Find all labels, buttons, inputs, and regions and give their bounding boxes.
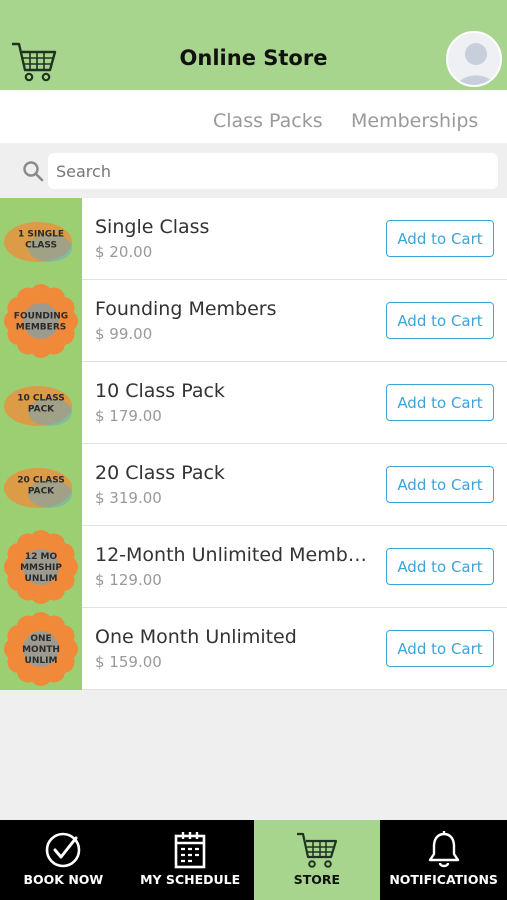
thumbnail-text: PACK [28,405,55,415]
list-item: 12 MO MMSHIP UNLIM 12-Month Unlimited Memb… [0,526,507,608]
product-name: One Month Unlimited [95,626,297,648]
product-thumbnail: 1 SINGLE CLASS [0,198,82,280]
avatar[interactable] [446,31,502,87]
thumbnail-text: UNLIM [25,574,58,584]
page-title: Online Store [179,46,328,70]
product-thumbnail-art: 10 CLASSPACK [0,362,82,444]
product-thumbnail: FOUNDING MEMBERS [0,280,82,362]
tab-label: MY SCHEDULE [140,872,241,887]
product-thumbnail: 10 CLASS PACK [0,362,82,444]
product-thumbnail-art: FOUNDINGMEMBERS [0,280,82,362]
thumbnail-text: MEMBERS [16,323,66,333]
store-tabs: Class Packs Memberships [0,90,507,143]
user-avatar-icon [457,43,495,85]
product-thumbnail-art: 1 SINGLECLASS [0,198,82,280]
product-price: $ 129.00 [95,571,162,589]
product-price: $ 99.00 [95,325,153,343]
product-thumbnail: 20 CLASS PACK [0,444,82,526]
cart-icon [296,832,337,868]
bottom-tab-bar: BOOK NOW MY SCHEDULE STORE NOTIFICATIONS [0,820,507,900]
tab-book-now[interactable]: BOOK NOW [0,820,127,900]
product-thumbnail: 12 MO MMSHIP UNLIM [0,526,82,608]
list-item: 20 CLASS PACK 20 Class Pack $ 319.00 Add … [0,444,507,526]
tab-notifications[interactable]: NOTIFICATIONS [380,820,507,900]
product-thumbnail-art: 20 CLASSPACK [0,444,82,526]
add-to-cart-button[interactable]: Add to Cart [386,630,494,667]
thumbnail-text: 12 MO [25,552,58,562]
list-item: ONE MONTH UNLIM One Month Unlimited $ 159.… [0,608,507,690]
thumbnail-text: UNLIM [25,656,58,666]
add-to-cart-button[interactable]: Add to Cart [386,220,494,257]
product-name: Founding Members [95,298,277,320]
product-price: $ 159.00 [95,653,162,671]
add-to-cart-button[interactable]: Add to Cart [386,466,494,503]
thumbnail-text: CLASS [25,241,57,251]
product-price: $ 179.00 [95,407,162,425]
product-price: $ 319.00 [95,489,162,507]
product-name: 20 Class Pack [95,462,225,484]
thumbnail-text: MMSHIP [20,563,62,573]
search-input[interactable] [48,153,498,189]
product-thumbnail-art: ONEMONTHUNLIM [0,608,82,690]
thumbnail-text: MONTH [22,645,60,655]
add-to-cart-button[interactable]: Add to Cart [386,384,494,421]
tab-class-packs[interactable]: Class Packs [213,110,323,132]
product-price: $ 20.00 [95,243,153,261]
thumbnail-text: FOUNDING [14,312,68,322]
product-name: 12-Month Unlimited Membe... [95,544,375,566]
list-item: FOUNDING MEMBERS Founding Members $ 99.00… [0,280,507,362]
list-item: 1 SINGLE CLASS Single Class $ 20.00 Add t… [0,198,507,280]
product-thumbnail: ONE MONTH UNLIM [0,608,82,690]
thumbnail-text: 1 SINGLE [18,230,64,240]
add-to-cart-button[interactable]: Add to Cart [386,548,494,585]
thumbnail-text: ONE [30,634,51,644]
product-name: Single Class [95,216,210,238]
tab-label: BOOK NOW [23,872,104,887]
check-circle-icon [46,832,81,868]
tab-my-schedule[interactable]: MY SCHEDULE [127,820,254,900]
bell-icon [428,831,459,868]
add-to-cart-button[interactable]: Add to Cart [386,302,494,339]
list-item: 10 CLASS PACK 10 Class Pack $ 179.00 Add … [0,362,507,444]
tab-label: STORE [293,872,341,887]
thumbnail-text: 10 CLASS [17,394,65,404]
tab-memberships[interactable]: Memberships [351,110,478,132]
calendar-icon [174,832,206,869]
tab-label: NOTIFICATIONS [389,872,498,887]
search-icon [22,160,44,182]
thumbnail-text: 20 CLASS [17,476,65,486]
tab-store[interactable]: STORE [253,820,381,900]
thumbnail-text: PACK [28,487,55,497]
product-list: 1 SINGLE CLASS Single Class $ 20.00 Add t… [0,198,507,690]
header: Online Store [0,0,507,90]
product-thumbnail-art: 12 MOMMSHIPUNLIM [0,526,82,608]
product-name: 10 Class Pack [95,380,225,402]
